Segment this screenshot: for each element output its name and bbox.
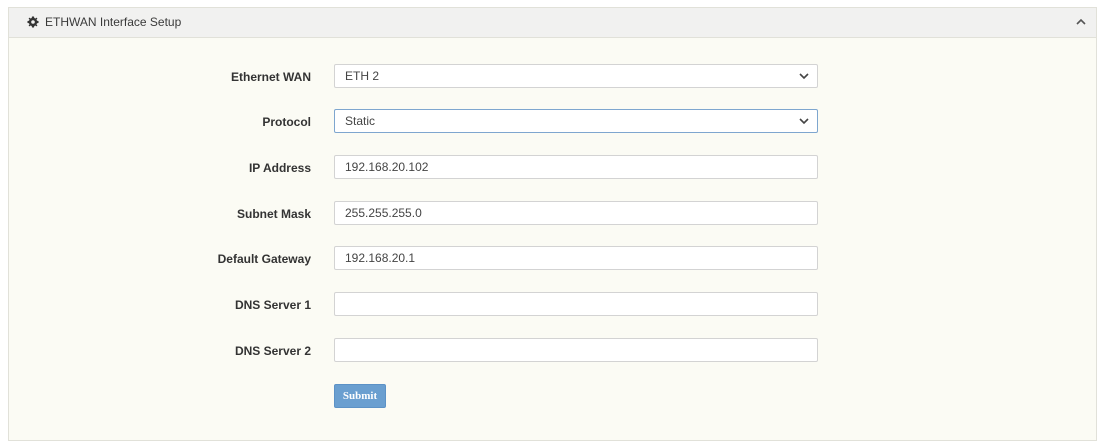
ethernet-wan-value: ETH 2 <box>345 69 380 83</box>
panel-header: ETHWAN Interface Setup <box>9 8 1096 38</box>
ip-address-input[interactable] <box>334 155 818 179</box>
protocol-select[interactable]: Static <box>334 109 818 133</box>
submit-button[interactable]: Submit <box>334 384 386 408</box>
ethernet-wan-row: Ethernet WAN ETH 2 <box>9 64 1096 88</box>
subnet-mask-label: Subnet Mask <box>236 207 311 221</box>
ethernet-wan-label: Ethernet WAN <box>230 70 311 84</box>
chevron-down-icon <box>799 73 809 80</box>
dns-server-2-input[interactable] <box>334 338 818 362</box>
protocol-row: Protocol Static <box>9 109 1096 133</box>
protocol-label: Protocol <box>262 115 311 129</box>
panel-title: ETHWAN Interface Setup <box>45 15 182 29</box>
ethernet-wan-select[interactable]: ETH 2 <box>334 64 818 88</box>
dns-server-1-row: DNS Server 1 <box>9 292 1096 316</box>
chevron-up-icon[interactable] <box>1074 14 1088 30</box>
default-gateway-input[interactable] <box>334 246 818 270</box>
default-gateway-row: Default Gateway <box>9 246 1096 270</box>
ethwan-setup-panel: ETHWAN Interface Setup Ethernet WAN ETH … <box>8 7 1097 441</box>
ip-address-row: IP Address <box>9 155 1096 179</box>
subnet-mask-row: Subnet Mask <box>9 201 1096 225</box>
ip-address-label: IP Address <box>248 161 311 175</box>
chevron-down-icon <box>799 118 809 125</box>
dns-server-2-label: DNS Server 2 <box>234 344 311 358</box>
subnet-mask-input[interactable] <box>334 201 818 225</box>
dns-server-1-input[interactable] <box>334 292 818 316</box>
dns-server-2-row: DNS Server 2 <box>9 338 1096 362</box>
gear-icon <box>27 16 39 28</box>
dns-server-1-label: DNS Server 1 <box>234 298 311 312</box>
protocol-value: Static <box>345 114 376 128</box>
default-gateway-label: Default Gateway <box>217 252 311 266</box>
